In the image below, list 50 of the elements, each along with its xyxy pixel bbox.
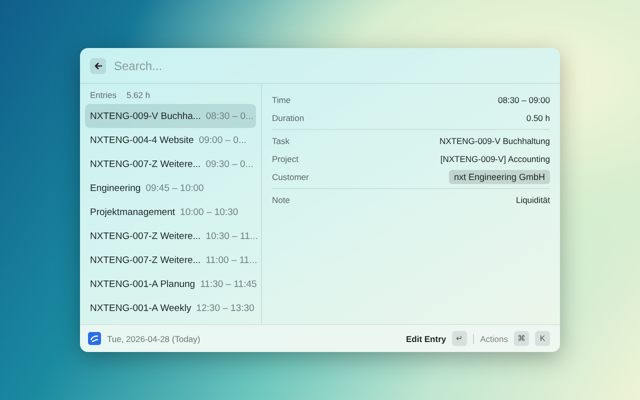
list-item[interactable]: Engineering 09:45 – 10:00 (85, 176, 256, 200)
entry-time: 10:30 – 11... (206, 230, 258, 242)
entry-time: 09:00 – 0... (198, 134, 246, 146)
list-item[interactable]: NXTENG-007-Z Weitere... 11:00 – 11... (85, 248, 256, 272)
detail-label: Duration (272, 113, 304, 123)
total-hours: 5.62 h (126, 90, 150, 100)
entry-time: 11:30 – 11:45 (200, 278, 257, 290)
detail-value: Liquidität (516, 195, 550, 205)
list-item[interactable]: NXTENG-001-A Weekly 12:30 – 13:30 (85, 296, 256, 320)
edit-entry-button[interactable]: Edit Entry (406, 334, 446, 344)
search-field[interactable]: Search... (112, 58, 550, 74)
app-logo-icon (88, 332, 101, 345)
detail-label: Time (272, 95, 291, 105)
detail-value: [NXTENG-009-V] Accounting (440, 154, 550, 164)
entry-title: Engineering (90, 182, 141, 194)
entry-title: NXTENG-004-4 Website (90, 134, 194, 146)
list-item[interactable]: NXTENG-007-Z Weitere... 10:30 – 11... (85, 224, 256, 248)
entry-title: NXTENG-009-V Buchha... (90, 110, 201, 122)
detail-label: Customer (272, 172, 309, 182)
entry-title: Projektmanagement (90, 206, 176, 218)
entry-title: NXTENG-001-A Planung (90, 278, 196, 290)
detail-label: Task (272, 136, 290, 146)
entry-time: 10:00 – 10:30 (180, 206, 238, 218)
entry-title: NXTENG-007-Z Weitere... (90, 254, 201, 266)
entry-time: 09:45 – 10:00 (146, 182, 204, 194)
list-item[interactable]: NXTENG-007-Z Weitere... 09:30 – 0... (85, 152, 256, 176)
keyboard-key: ⌘ (514, 331, 529, 346)
entry-time: 08:30 – 0... (206, 110, 254, 122)
entry-title: NXTENG-007-Z Weitere... (90, 158, 201, 170)
detail-value: 08:30 – 09:00 (498, 95, 550, 105)
list-item[interactable]: NXTENG-004-4 Website 09:00 – 0... (85, 128, 256, 152)
list-item[interactable]: Projektmanagement 10:00 – 10:30 (85, 200, 256, 224)
entry-title: NXTENG-007-Z Weitere... (90, 230, 201, 242)
list-item[interactable]: NXTENG-009-V Buchha... 08:30 – 0... (85, 104, 256, 128)
entry-time: 09:30 – 0... (206, 158, 254, 170)
back-button[interactable] (90, 58, 106, 74)
list-item[interactable]: NXTENG-001-A Planung 11:30 – 11:45 (85, 272, 256, 296)
keyboard-key: K (535, 331, 550, 346)
detail-value: NXTENG-009-V Buchhaltung (439, 136, 550, 146)
detail-value: 0.50 h (526, 113, 550, 123)
detail-label: Project (272, 154, 298, 164)
section-title: Entries (90, 90, 116, 100)
keyboard-key: ↵ (452, 331, 468, 346)
detail-label: Note (272, 195, 290, 205)
back-arrow-icon (94, 62, 102, 70)
entry-title: NXTENG-001-A Weekly (90, 302, 192, 314)
footer-date: Tue, 2026-04-28 (Today) (107, 334, 202, 344)
entry-time: 12:30 – 13:30 (196, 302, 254, 314)
entry-time: 11:00 – 11... (206, 254, 258, 266)
customer-tag: nxt Engineering GmbH (448, 170, 550, 184)
